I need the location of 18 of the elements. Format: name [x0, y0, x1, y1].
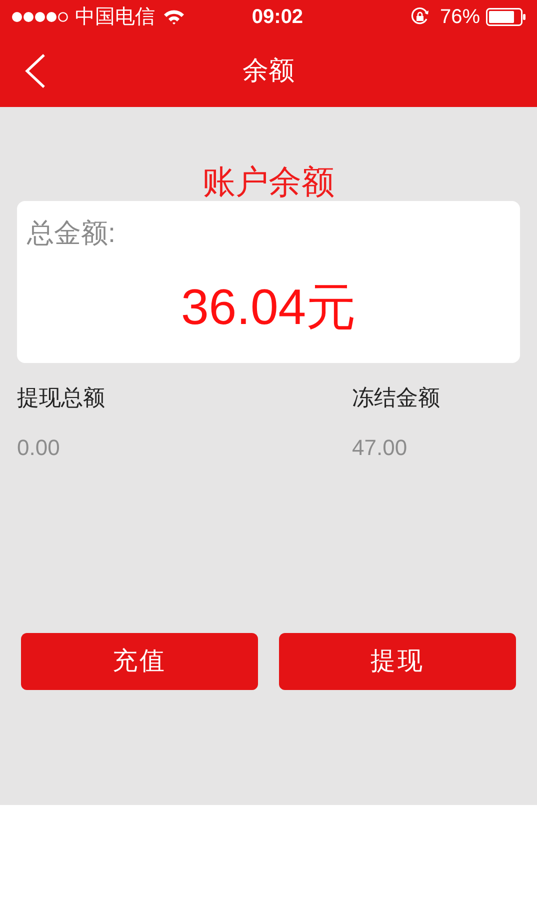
chevron-left-icon	[24, 53, 46, 89]
page-title: 余额	[242, 54, 294, 87]
stat-value: 47.00	[352, 434, 408, 462]
stat-label: 提现总额	[17, 384, 105, 412]
rotation-lock-icon	[410, 7, 430, 27]
action-button[interactable]: 充值	[21, 633, 258, 690]
balance-amount: 36.04元	[180, 279, 356, 335]
stat-value: 0.00	[17, 434, 60, 462]
signal-icon	[11, 11, 69, 23]
wifi-icon	[163, 9, 185, 25]
action-button[interactable]: 提现	[279, 633, 516, 690]
battery-icon	[486, 8, 526, 26]
total-label: 总金额:	[27, 217, 116, 250]
battery-percent: 76%	[440, 5, 480, 30]
carrier-name: 中国电信	[75, 5, 155, 30]
stat-label: 冻结金额	[352, 384, 440, 412]
balance-heading: 账户余额	[202, 163, 334, 201]
status-time: 09:02	[252, 5, 304, 30]
